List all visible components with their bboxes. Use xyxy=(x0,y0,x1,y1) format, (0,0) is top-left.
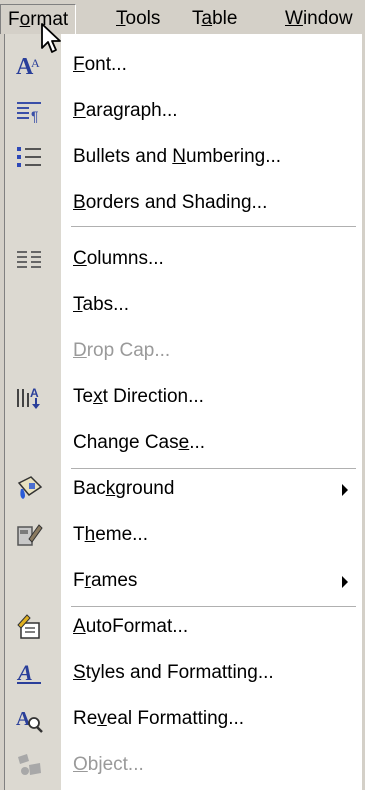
submenu-arrow-icon xyxy=(342,484,348,496)
submenu-arrow-icon xyxy=(342,576,348,588)
reveal-formatting-icon: A xyxy=(15,705,43,733)
menu-item-reveal-formatting[interactable]: A Reveal Formatting... xyxy=(5,700,362,738)
menu-tools-key: T xyxy=(116,8,126,29)
menu-item-tabs[interactable]: Tabs... xyxy=(5,286,362,324)
svg-text:A: A xyxy=(16,708,31,730)
bullets-icon xyxy=(15,143,43,171)
menu-window-key: W xyxy=(285,8,303,29)
svg-text:A: A xyxy=(30,386,39,400)
theme-icon xyxy=(15,521,43,549)
menu-format-pre: F xyxy=(8,9,20,30)
menu-table-post: ble xyxy=(212,8,238,29)
menu-item-change-case[interactable]: Change Case... xyxy=(5,424,362,462)
menu-item-autoformat[interactable]: AutoFormat... xyxy=(5,608,362,646)
font-icon: AA xyxy=(15,51,43,79)
menu-item-theme[interactable]: Theme... xyxy=(5,516,362,554)
menu-item-bullets-numbering[interactable]: Bullets and Numbering... xyxy=(5,138,362,176)
svg-text:A: A xyxy=(16,660,33,685)
menu-table-pre: T xyxy=(192,8,202,29)
format-menu-dropdown: AA Font... ¶ Paragraph... Bullets and Nu… xyxy=(4,34,362,790)
mouse-cursor-icon xyxy=(40,22,66,56)
text-direction-icon: A xyxy=(15,383,43,411)
menu-table-key: a xyxy=(201,8,213,29)
menu-window[interactable]: Window xyxy=(278,4,360,34)
menu-separator xyxy=(71,226,356,227)
menu-separator xyxy=(71,468,356,469)
menu-tools-post: ools xyxy=(125,8,161,29)
menu-separator xyxy=(71,606,356,607)
menu-format-key: o xyxy=(19,9,31,30)
menu-window-post: indow xyxy=(302,8,353,29)
object-icon xyxy=(15,751,43,779)
background-icon xyxy=(15,475,43,503)
menu-item-text-direction[interactable]: A Text Direction... xyxy=(5,378,362,416)
menu-item-borders-shading[interactable]: Borders and Shading... xyxy=(5,184,362,222)
menu-item-styles-formatting[interactable]: A Styles and Formatting... xyxy=(5,654,362,692)
menu-item-paragraph[interactable]: ¶ Paragraph... xyxy=(5,92,362,130)
menu-item-drop-cap: Drop Cap... xyxy=(73,340,171,361)
svg-text:¶: ¶ xyxy=(31,108,39,124)
menu-item-frames[interactable]: Frames xyxy=(5,562,362,600)
menu-table[interactable]: Table xyxy=(185,4,244,34)
columns-icon xyxy=(15,245,43,273)
autoformat-icon xyxy=(15,613,43,641)
svg-text:A: A xyxy=(31,56,40,70)
menu-item-object: Object... xyxy=(5,746,362,784)
menu-item-columns[interactable]: Columns... xyxy=(5,240,362,278)
paragraph-icon: ¶ xyxy=(15,97,43,125)
styles-icon: A xyxy=(15,659,43,687)
menu-tools[interactable]: Tools xyxy=(109,4,167,34)
menu-item-background[interactable]: Background xyxy=(5,470,362,508)
